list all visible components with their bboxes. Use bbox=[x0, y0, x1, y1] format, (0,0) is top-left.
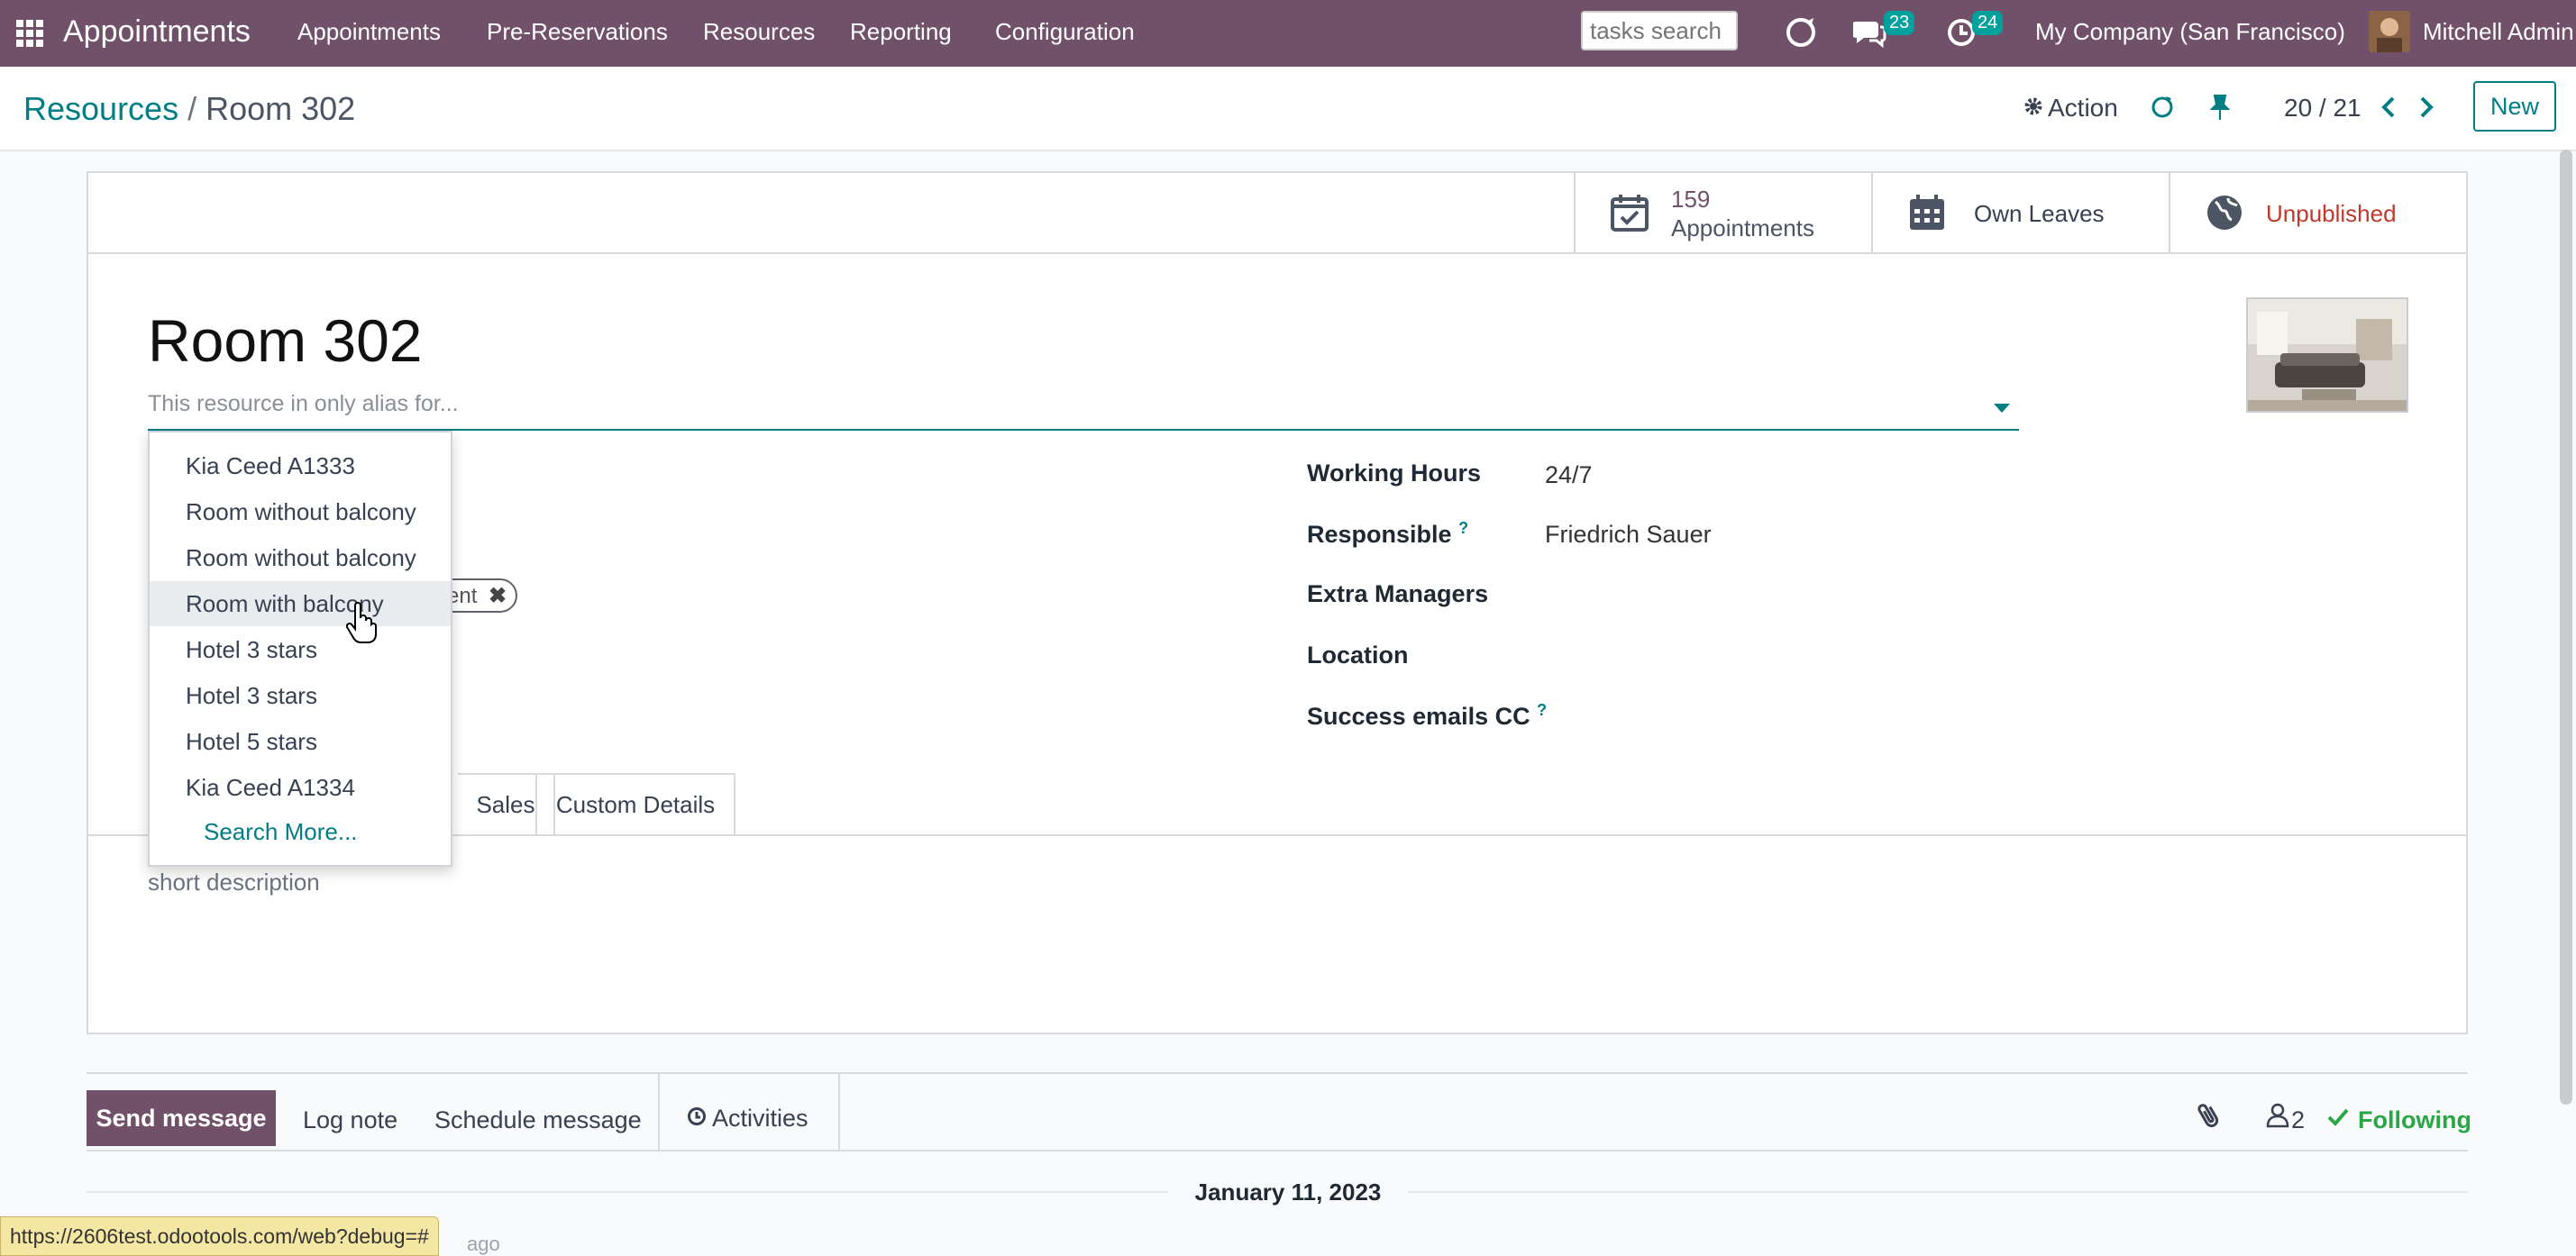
menu-reporting[interactable]: Reporting bbox=[850, 18, 952, 46]
dropdown-option[interactable]: Hotel 3 stars bbox=[150, 627, 451, 672]
menu-appointments[interactable]: Appointments bbox=[297, 18, 441, 46]
dropdown-option[interactable]: Room without balcony bbox=[150, 535, 451, 580]
user-avatar[interactable] bbox=[2369, 11, 2410, 52]
activities-label: Activities bbox=[712, 1105, 808, 1132]
pin-icon[interactable] bbox=[2208, 94, 2232, 121]
success-emails-help-icon[interactable]: ? bbox=[1537, 701, 1547, 719]
discuss-icon[interactable] bbox=[1783, 14, 1819, 50]
pager-value[interactable]: 20 / 21 bbox=[2284, 94, 2361, 123]
alias-field[interactable]: This resource in only alias for... bbox=[148, 391, 2019, 431]
discard-changes-icon[interactable] bbox=[2149, 94, 2176, 121]
appointments-label: Appointments bbox=[1671, 214, 1814, 241]
dropdown-option[interactable]: Kia Ceed A1333 bbox=[150, 443, 451, 488]
action-menu-button[interactable]: Action bbox=[2048, 94, 2118, 123]
page-scrollbar[interactable] bbox=[2560, 150, 2572, 1105]
success-emails-label: Success emails CC ? bbox=[1307, 701, 1547, 731]
responsible-help-icon[interactable]: ? bbox=[1458, 519, 1468, 537]
clock-icon bbox=[688, 1107, 706, 1125]
breadcrumb-separator: / bbox=[187, 90, 197, 127]
location-label: Location bbox=[1307, 642, 1409, 669]
company-switcher[interactable]: My Company (San Francisco) bbox=[2035, 18, 2345, 46]
activities-button[interactable]: Activities bbox=[658, 1074, 840, 1150]
record-name[interactable]: Room 302 bbox=[148, 306, 423, 375]
messages-icon[interactable] bbox=[1853, 16, 1887, 49]
paperclip-icon[interactable] bbox=[2197, 1099, 2221, 1130]
dropdown-option[interactable]: Hotel 5 stars bbox=[150, 719, 451, 764]
log-note-button[interactable]: Log note bbox=[303, 1106, 397, 1134]
dropdown-option[interactable]: Hotel 3 stars bbox=[150, 673, 451, 718]
caret-down-icon[interactable] bbox=[1994, 404, 2010, 413]
gear-icon bbox=[2024, 97, 2042, 115]
date-separator: January 11, 2023 bbox=[1194, 1179, 1382, 1206]
breadcrumb-current: Room 302 bbox=[206, 90, 356, 127]
menu-pre-reservations[interactable]: Pre-Reservations bbox=[487, 18, 668, 46]
resource-image[interactable] bbox=[2246, 297, 2408, 413]
dropdown-option[interactable]: Kia Ceed A1334 bbox=[150, 765, 451, 810]
app-title[interactable]: Appointments bbox=[63, 14, 251, 50]
pager-previous-icon[interactable] bbox=[2380, 96, 2398, 119]
following-button[interactable]: Following bbox=[2358, 1106, 2471, 1134]
calendar-icon bbox=[1910, 195, 1944, 230]
message-time-ago: ago bbox=[467, 1233, 500, 1255]
user-menu[interactable]: Mitchell Admin bbox=[2423, 18, 2574, 46]
dropdown-option-hovered[interactable]: Room with balcony bbox=[150, 581, 451, 626]
working-hours-label: Working Hours bbox=[1307, 460, 1482, 487]
appointments-count: 159 bbox=[1671, 186, 1711, 213]
short-description-field[interactable]: short description bbox=[148, 869, 320, 896]
working-hours-value[interactable]: 24/7 bbox=[1545, 461, 1593, 489]
tag-remove-icon[interactable]: ✖ bbox=[489, 584, 507, 608]
alias-autocomplete-dropdown: Kia Ceed A1333 Room without balcony Room… bbox=[148, 431, 452, 867]
send-message-button[interactable]: Send message bbox=[87, 1090, 276, 1146]
followers-icon[interactable] bbox=[2266, 1103, 2289, 1128]
tasks-search-input[interactable] bbox=[1581, 11, 1738, 50]
breadcrumb-resources-link[interactable]: Resources bbox=[23, 90, 178, 127]
own-leaves-label: Own Leaves bbox=[1974, 200, 2105, 227]
calendar-check-icon bbox=[1611, 195, 1649, 232]
chatter-topbar: Send message Log note Schedule message A… bbox=[87, 1072, 2471, 1151]
check-icon bbox=[2327, 1108, 2349, 1126]
alias-field-placeholder: This resource in only alias for... bbox=[148, 391, 459, 416]
responsible-value[interactable]: Friedrich Sauer bbox=[1545, 521, 1712, 549]
activities-badge: 24 bbox=[1972, 11, 2004, 35]
success-emails-label-text: Success emails CC bbox=[1307, 703, 1530, 730]
publish-stat-button[interactable]: Unpublished bbox=[2169, 173, 2468, 252]
browser-status-url: https://2606test.odootools.com/web?debug… bbox=[0, 1216, 439, 1256]
control-panel: Resources / Room 302 Action 20 / 21 bbox=[0, 67, 2576, 151]
unpublished-label: Unpublished bbox=[2266, 200, 2397, 227]
followers-count[interactable]: 2 bbox=[2291, 1106, 2305, 1134]
appointments-stat-button[interactable]: 159 Appointments bbox=[1574, 173, 1871, 252]
globe-icon bbox=[2207, 196, 2242, 230]
menu-configuration[interactable]: Configuration bbox=[995, 18, 1135, 46]
pager-next-icon[interactable] bbox=[2417, 96, 2435, 119]
tab-custom-details[interactable]: Custom Details bbox=[535, 773, 735, 834]
own-leaves-stat-button[interactable]: Own Leaves bbox=[1871, 173, 2169, 252]
schedule-message-button[interactable]: Schedule message bbox=[434, 1106, 642, 1134]
dropdown-option[interactable]: Room without balcony bbox=[150, 489, 451, 534]
hand-cursor-icon bbox=[346, 602, 377, 643]
extra-managers-label: Extra Managers bbox=[1307, 580, 1489, 607]
smart-button-box: 159 Appointments Own Leaves Unpublished bbox=[88, 173, 2466, 254]
new-record-button[interactable]: New bbox=[2473, 81, 2556, 132]
top-navbar: Appointments Appointments Pre-Reservatio… bbox=[0, 0, 2576, 67]
responsible-label: Responsible ? bbox=[1307, 519, 1468, 549]
menu-resources[interactable]: Resources bbox=[703, 18, 815, 46]
breadcrumb: Resources / Room 302 bbox=[23, 90, 355, 128]
messages-badge: 23 bbox=[1884, 11, 1915, 35]
responsible-label-text: Responsible bbox=[1307, 521, 1452, 548]
search-more-link[interactable]: Search More... bbox=[204, 818, 358, 846]
app-menu-icon[interactable] bbox=[16, 20, 43, 47]
